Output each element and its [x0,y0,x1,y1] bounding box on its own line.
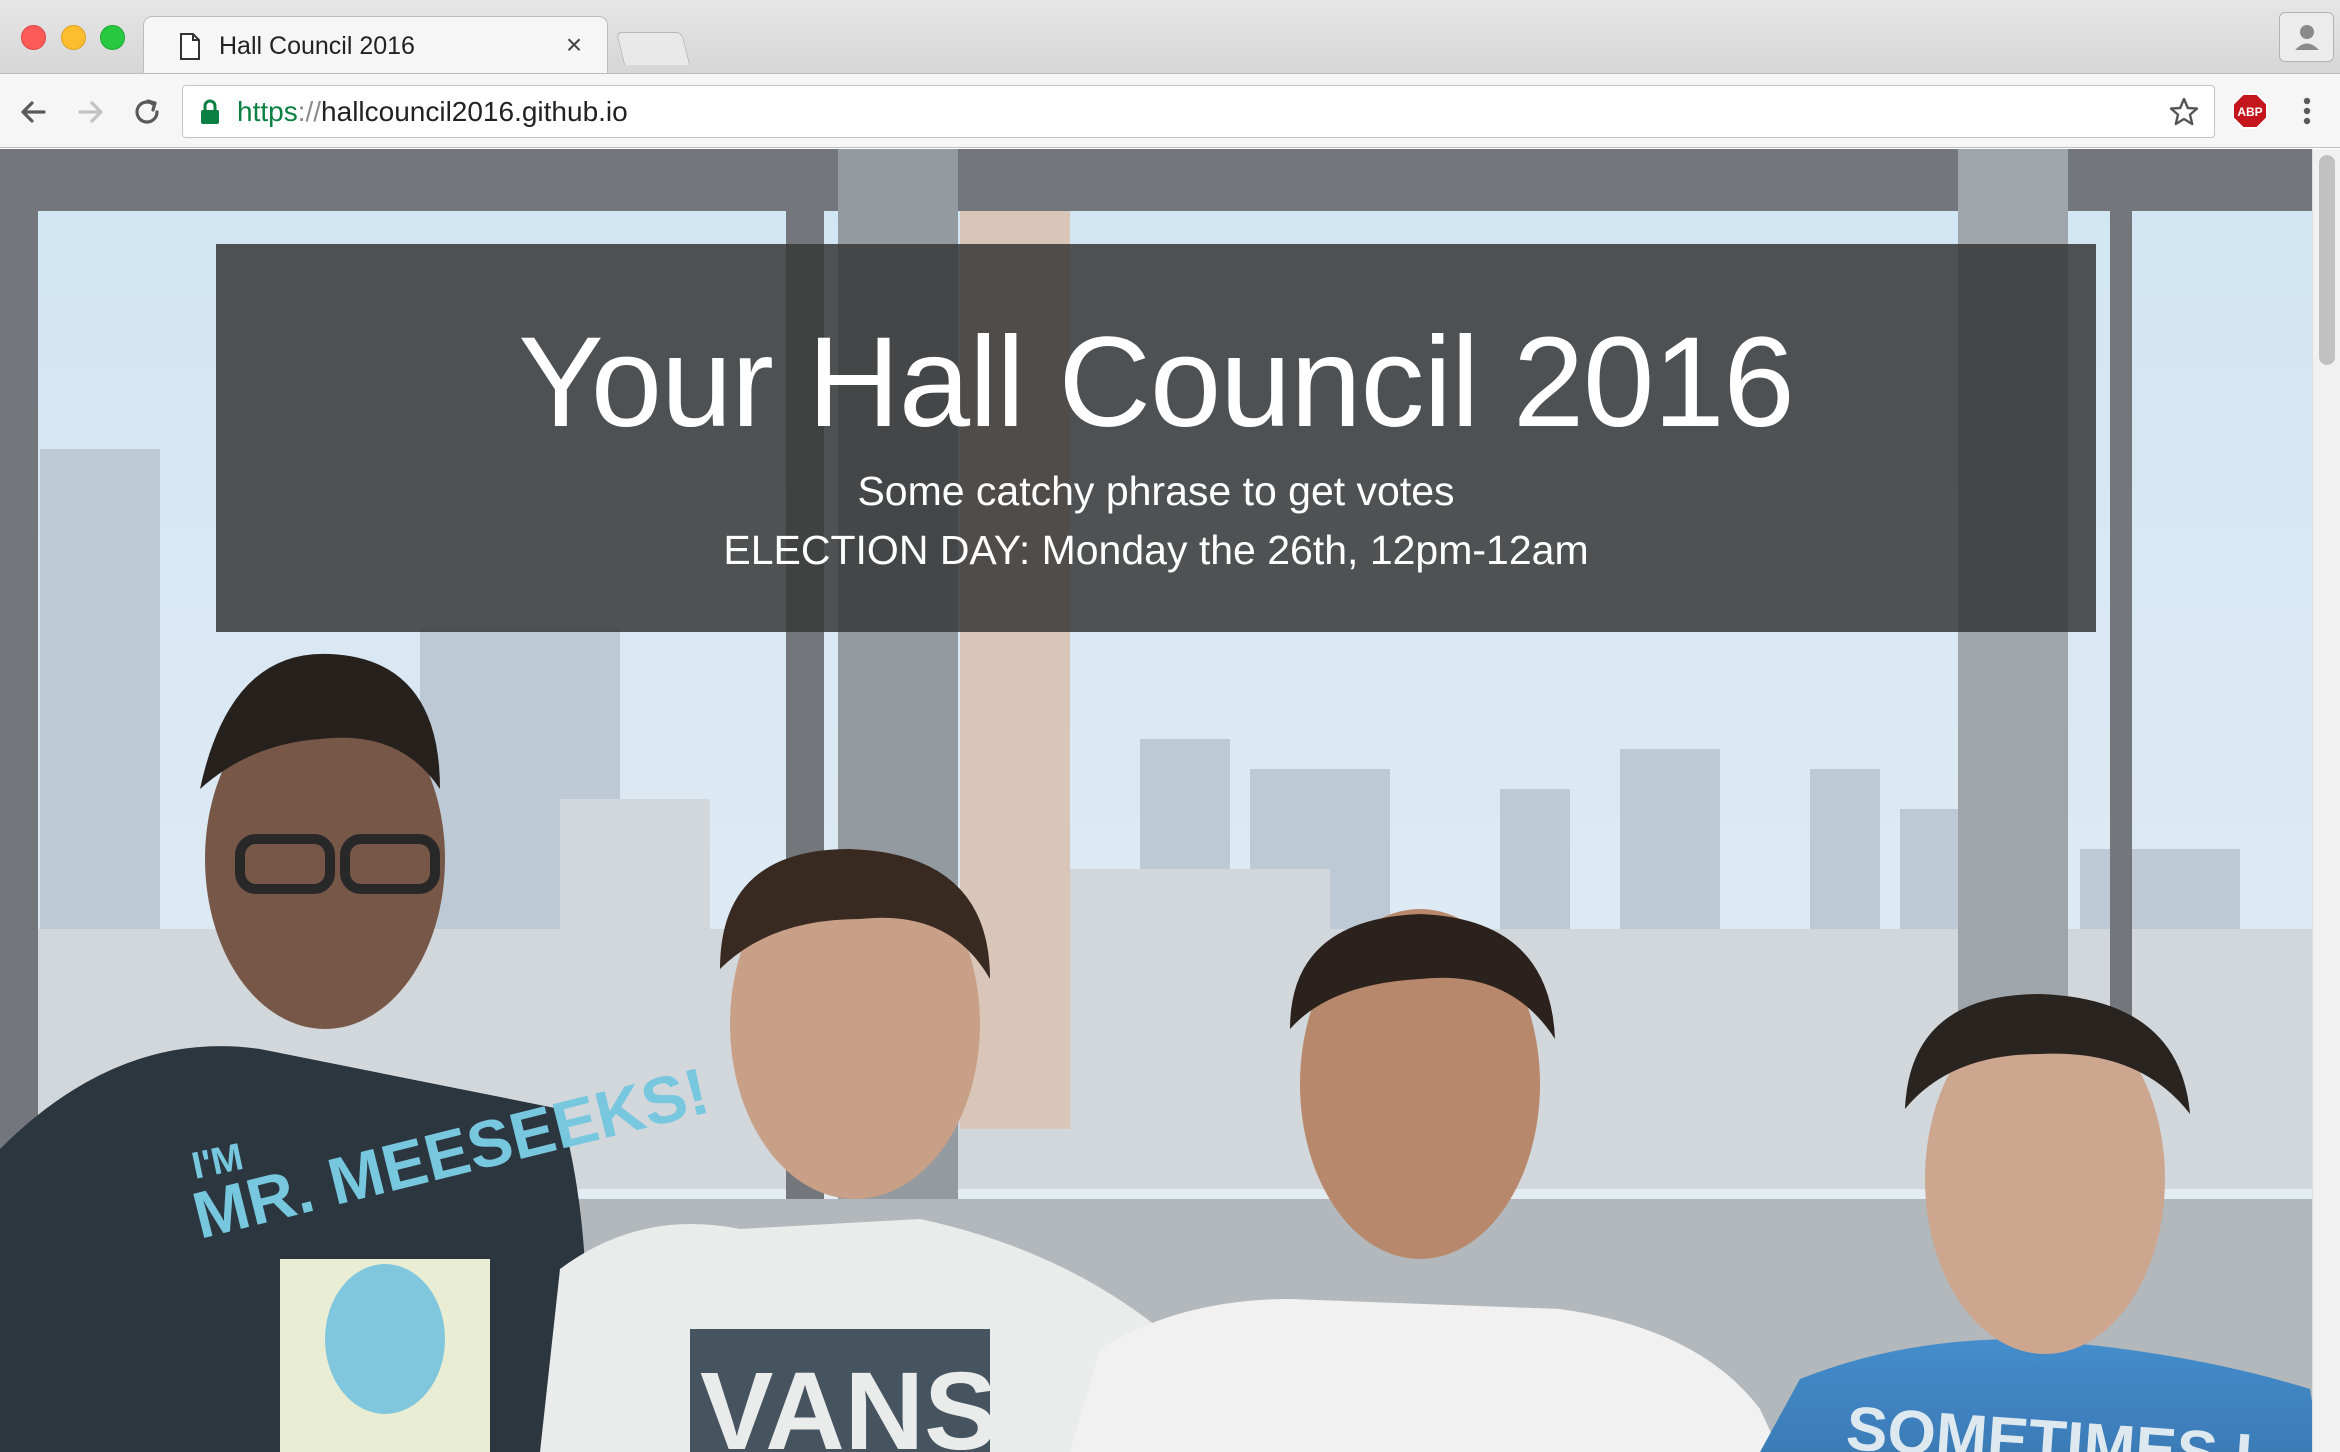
scrollbar-thumb[interactable] [2319,155,2335,365]
kebab-menu-icon[interactable] [2292,91,2322,131]
profile-button[interactable] [2279,12,2334,62]
address-bar[interactable]: https://hallcouncil2016.github.io [182,85,2215,138]
hero-subtitle: Some catchy phrase to get votes [857,468,1455,514]
adblock-icon[interactable]: ABP [2232,93,2268,129]
svg-text:ABP: ABP [2237,105,2262,119]
lock-icon [201,99,219,124]
browser-tab-active[interactable]: Hall Council 2016 × [143,16,608,75]
browser-titlebar: Hall Council 2016 × [0,0,2340,75]
hero-banner: Your Hall Council 2016 Some catchy phras… [216,244,2096,632]
person-icon [2295,25,2319,50]
browser-toolbar: https://hallcouncil2016.github.io ABP [0,73,2340,148]
tab-close-icon[interactable]: × [559,29,589,60]
page-title: Your Hall Council 2016 [518,311,1794,454]
back-arrow-icon[interactable] [14,92,54,132]
page-viewport: I'M MR. MEESEEKS! VANS SOMETIMES I Your … [0,149,2340,1452]
close-window-button[interactable] [21,25,46,50]
minimize-window-button[interactable] [61,25,86,50]
bookmark-star-icon[interactable] [2168,96,2200,128]
vertical-scrollbar[interactable] [2312,149,2340,1452]
new-tab-button[interactable] [615,32,691,65]
tab-title: Hall Council 2016 [219,32,415,60]
document-icon [180,33,200,60]
url-text[interactable]: https://hallcouncil2016.github.io [237,96,628,128]
forward-arrow-icon[interactable] [70,92,110,132]
reload-icon[interactable] [127,92,167,132]
zoom-window-button[interactable] [100,25,125,50]
election-day-info: ELECTION DAY: Monday the 26th, 12pm-12am [723,527,1589,573]
